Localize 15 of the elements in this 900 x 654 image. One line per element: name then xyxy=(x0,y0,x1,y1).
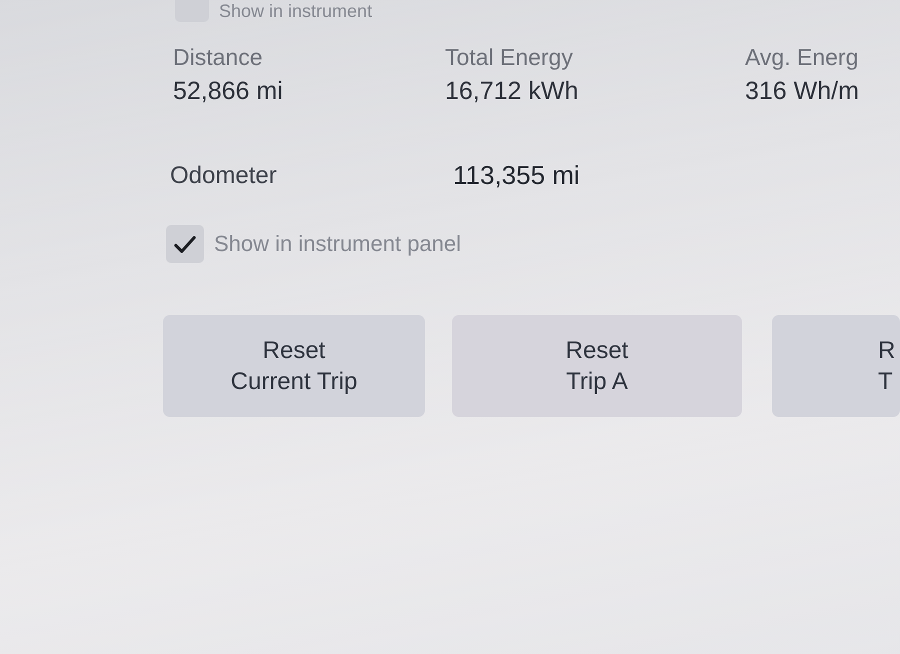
checkbox-label: Show in instrument panel xyxy=(214,231,462,257)
stat-label: Total Energy xyxy=(445,44,574,71)
reset-button[interactable]: Reset Trip A xyxy=(452,315,742,417)
stat-value: 52,866 mi xyxy=(173,77,284,106)
checkbox[interactable] xyxy=(166,225,204,263)
reset-button[interactable]: Reset Current Trip xyxy=(163,315,425,417)
odometer-label: Odometer xyxy=(170,162,278,190)
stat-label: Distance xyxy=(173,44,264,71)
check-icon xyxy=(174,234,196,254)
stat-value: 16,712 kWh xyxy=(445,77,580,106)
odometer-value: 113,355 mi xyxy=(453,160,580,191)
stat-value: 316 Wh/m xyxy=(745,77,859,106)
checkbox-label: Show in instrument xyxy=(219,0,372,22)
reset-button[interactable]: R T xyxy=(772,315,900,417)
stat-label: Avg. Energ xyxy=(745,44,859,71)
